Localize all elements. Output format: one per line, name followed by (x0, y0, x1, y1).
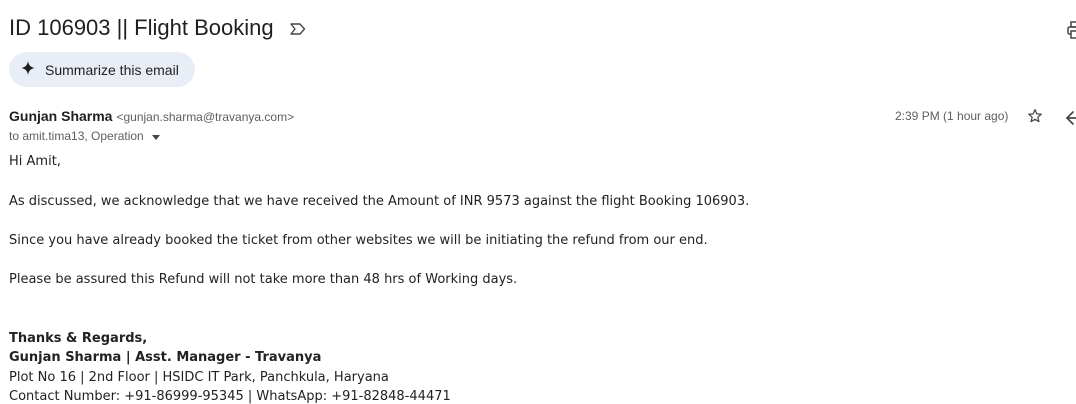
sender-name[interactable]: Gunjan Sharma (9, 108, 112, 124)
body-paragraph: As discussed, we acknowledge that we hav… (9, 194, 750, 209)
subject-row: ID 106903 || Flight Booking (9, 14, 308, 42)
signature-contact: Contact Number: +91-86999-95345 | WhatsA… (9, 389, 451, 404)
body-paragraph: Please be assured this Refund will not t… (9, 272, 518, 287)
print-icon[interactable] (1066, 20, 1076, 40)
body-paragraph: Since you have already booked the ticket… (9, 233, 708, 248)
sparkle-icon (21, 61, 35, 78)
summarize-email-button[interactable]: Summarize this email (9, 52, 195, 87)
email-timestamp: 2:39 PM (1 hour ago) (895, 109, 1009, 123)
star-button[interactable] (1024, 107, 1046, 129)
recipients-dropdown[interactable]: to amit.tima13, Operation (9, 129, 160, 143)
sender-row: Gunjan Sharma <gunjan.sharma@travanya.co… (9, 108, 294, 124)
recipients-text: to amit.tima13, Operation (9, 129, 144, 143)
label-icon[interactable] (288, 19, 308, 39)
greeting: Hi Amit, (9, 154, 61, 169)
signature-name-title: Gunjan Sharma | Asst. Manager - Travanya (9, 350, 322, 365)
reply-icon (1064, 111, 1076, 128)
reply-button[interactable] (1064, 108, 1076, 128)
sender-email: <gunjan.sharma@travanya.com> (116, 110, 295, 124)
signature-address: Plot No 16 | 2nd Floor | HSIDC IT Park, … (9, 370, 389, 385)
chevron-down-icon (151, 134, 160, 140)
email-view: ID 106903 || Flight Booking Summarize th… (0, 0, 1076, 404)
star-icon (1026, 107, 1044, 130)
signature-closing: Thanks & Regards, (9, 331, 148, 346)
email-subject: ID 106903 || Flight Booking (9, 15, 274, 40)
summarize-label: Summarize this email (45, 61, 179, 78)
